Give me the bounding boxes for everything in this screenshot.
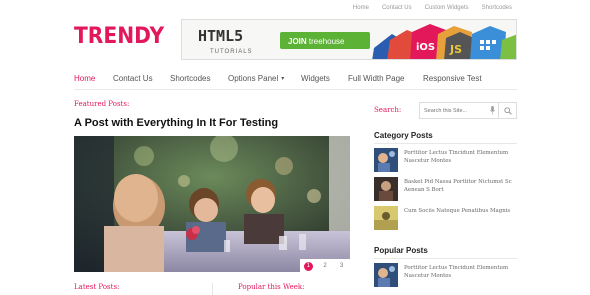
column-divider: [212, 283, 213, 295]
nav-home[interactable]: Home: [74, 74, 113, 83]
nav-responsive-test[interactable]: Responsive Test: [423, 74, 482, 83]
banner-html5-sub: TUTORIALS: [210, 49, 253, 55]
category-posts-divider: [374, 143, 517, 144]
top-link-home[interactable]: Home: [353, 5, 369, 11]
search-label: Search:: [374, 106, 402, 114]
post-thumbnail[interactable]: [374, 206, 398, 230]
featured-post-image[interactable]: [74, 136, 350, 272]
category-posts-title: Category Posts: [374, 131, 433, 140]
popular-post-title[interactable]: Porttitor Lectus Tincidunt Elementum Nas…: [404, 264, 517, 280]
search-button[interactable]: [498, 103, 516, 118]
category-post-3[interactable]: Cum Sociis Natoque Penatibus Magnis: [374, 206, 517, 230]
post-thumbnail[interactable]: [374, 148, 398, 172]
banner-html5-title: HTML5: [198, 27, 243, 45]
main-navigation: Home Contact Us Shortcodes Options Panel…: [74, 71, 517, 86]
nav-full-width-page[interactable]: Full Width Page: [348, 74, 423, 83]
category-post-title[interactable]: Basket Pid Nassa Porttitor Nictumst Sc A…: [404, 178, 517, 194]
top-link-custom-widgets[interactable]: Custom Widgets: [425, 5, 469, 11]
microphone-icon[interactable]: [488, 105, 496, 116]
search-icon: [503, 106, 512, 115]
popular-posts-title: Popular Posts: [374, 246, 428, 255]
nav-contact-us[interactable]: Contact Us: [113, 74, 170, 83]
slide-dot-1[interactable]: 1: [303, 261, 313, 271]
nav-options-panel[interactable]: Options Panel ▾: [228, 74, 301, 83]
nav-divider: [74, 89, 517, 90]
post-thumbnail[interactable]: [374, 177, 398, 201]
dropdown-arrow-icon: ▾: [281, 76, 285, 82]
featured-post-title[interactable]: A Post with Everything In It For Testing: [74, 117, 278, 129]
popular-posts-divider: [374, 258, 517, 259]
header-banner-ad[interactable]: HTML5 TUTORIALS JOIN treehouse iOS JS: [181, 19, 517, 60]
featured-posts-label: Featured Posts:: [74, 100, 130, 108]
post-thumbnail[interactable]: [374, 263, 398, 287]
search-form: [419, 102, 517, 119]
banner-badge-js: JS: [449, 43, 462, 56]
category-post-2[interactable]: Basket Pid Nassa Porttitor Nictumst Sc A…: [374, 177, 517, 201]
nav-options-panel-label: Options Panel: [228, 74, 279, 83]
latest-posts-label: Latest Posts:: [74, 283, 120, 291]
svg-text:JOIN treehouse: JOIN treehouse: [288, 37, 345, 46]
category-post-1[interactable]: Porttitor Lectus Tincidunt Elementum Nas…: [374, 148, 517, 172]
top-link-shortcodes[interactable]: Shortcodes: [482, 5, 512, 11]
category-post-title[interactable]: Cum Sociis Natoque Penatibus Magnis: [404, 207, 510, 215]
popular-week-label: Popular this Week:: [238, 283, 305, 291]
nav-shortcodes[interactable]: Shortcodes: [170, 74, 228, 83]
category-post-title[interactable]: Porttitor Lectus Tincidunt Elementum Nas…: [404, 149, 517, 165]
top-link-contact[interactable]: Contact Us: [382, 5, 412, 11]
search-input[interactable]: [424, 104, 488, 117]
banner-badge-ios: iOS: [416, 42, 435, 53]
slider-pagination: 1 2 3: [300, 259, 350, 273]
slide-dot-2[interactable]: 2: [320, 262, 329, 271]
popular-post-1[interactable]: Porttitor Lectus Tincidunt Elementum Nas…: [374, 263, 517, 287]
site-logo[interactable]: TRENDY: [74, 24, 164, 49]
slide-dot-3[interactable]: 3: [337, 262, 346, 271]
top-links: Home Contact Us Custom Widgets Shortcode…: [353, 5, 512, 11]
nav-widgets[interactable]: Widgets: [301, 74, 348, 83]
